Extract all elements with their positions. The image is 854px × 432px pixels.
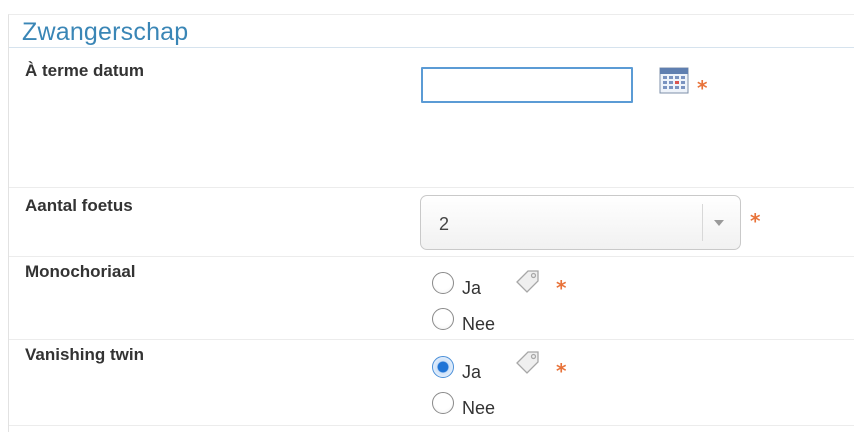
row-divider	[9, 256, 854, 257]
vanishing-twin-ja-radio[interactable]	[432, 356, 454, 378]
fetus-count-select[interactable]: 2	[420, 195, 741, 250]
select-divider	[702, 204, 703, 241]
row-divider	[9, 187, 854, 188]
due-date-label: À terme datum	[25, 61, 145, 80]
tag-icon[interactable]	[514, 348, 542, 374]
row-divider	[9, 425, 854, 426]
fetus-count-value: 2	[439, 214, 450, 234]
monochorial-label: Monochoriaal	[25, 262, 136, 281]
required-marker: *	[697, 76, 708, 100]
chevron-down-icon[interactable]	[714, 220, 724, 226]
tag-icon[interactable]	[514, 267, 542, 293]
row-divider	[9, 339, 854, 340]
vanishing-twin-label: Vanishing twin	[25, 345, 145, 364]
required-marker: *	[556, 359, 567, 383]
vanishing-twin-nee-label[interactable]: Nee	[462, 398, 495, 419]
due-date-input[interactable]	[421, 67, 633, 103]
section-title: Zwangerschap	[22, 18, 189, 46]
required-marker: *	[556, 276, 567, 300]
monochorial-ja-radio[interactable]	[432, 272, 454, 294]
vanishing-twin-nee-radio[interactable]	[432, 392, 454, 414]
section-divider	[9, 47, 854, 48]
calendar-icon[interactable]	[659, 66, 689, 94]
vanishing-twin-ja-label[interactable]: Ja	[462, 362, 481, 383]
fetus-count-label: Aantal foetus	[25, 196, 133, 215]
monochorial-ja-label[interactable]: Ja	[462, 278, 481, 299]
monochorial-nee-radio[interactable]	[432, 308, 454, 330]
required-marker: *	[750, 209, 761, 233]
monochorial-nee-label[interactable]: Nee	[462, 314, 495, 335]
